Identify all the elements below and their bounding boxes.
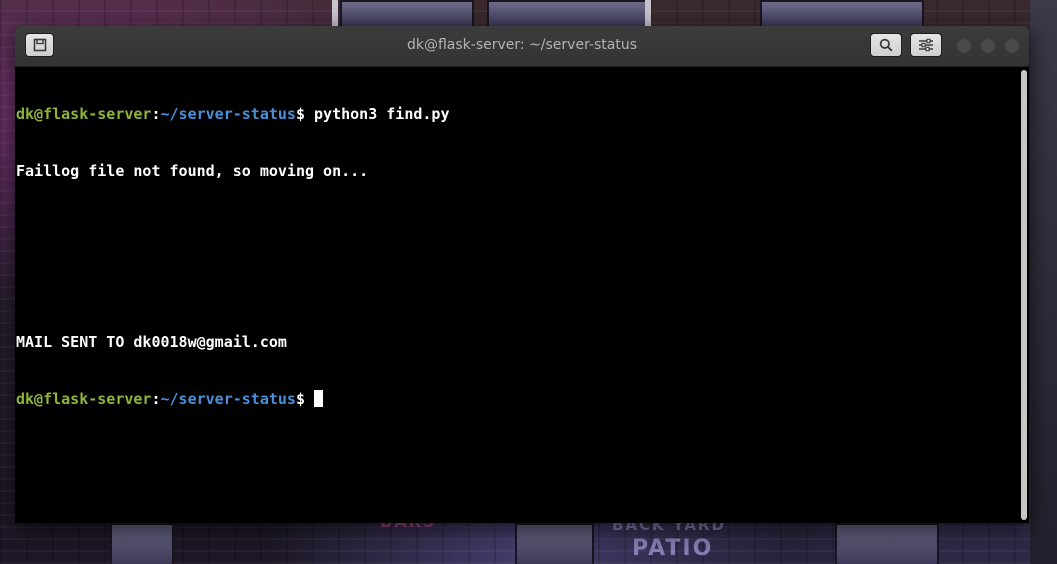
prompt-symbol: $ <box>295 105 315 123</box>
close-button[interactable] <box>1005 39 1019 53</box>
prompt-separator: : <box>151 390 161 408</box>
terminal-line: MAIL SENT TO dk0018w@gmail.com <box>16 333 1017 352</box>
prompt-separator: : <box>151 105 161 123</box>
vertical-scrollbar[interactable] <box>1021 70 1027 520</box>
wallpaper-building-window <box>110 523 174 564</box>
hamburger-settings-icon <box>919 38 933 52</box>
wallpaper-side-panel <box>1030 0 1057 564</box>
output-text: Faillog file not found, so moving on... <box>16 162 369 180</box>
wallpaper-pipe <box>645 0 651 26</box>
menu-button[interactable] <box>910 33 942 57</box>
wallpaper-building-window <box>835 523 939 564</box>
search-icon <box>879 38 893 52</box>
prompt-user: dk@flask-server <box>16 105 152 123</box>
terminal-line: Faillog file not found, so moving on... <box>16 162 1017 181</box>
window-titlebar[interactable]: dk@flask-server: ~/server-status <box>15 26 1029 67</box>
text-cursor <box>314 390 324 407</box>
wallpaper-neon-sign: PATIO <box>632 536 714 561</box>
prompt-user: dk@flask-server <box>16 390 152 408</box>
terminal-line: dk@flask-server:~/server-status$ python3… <box>16 105 1017 124</box>
command-text: python3 find.py <box>314 105 450 123</box>
maximize-button[interactable] <box>981 39 995 53</box>
wallpaper-building-window <box>515 523 594 564</box>
terminal-line: dk@flask-server:~/server-status$ <box>16 390 1017 409</box>
terminal-output[interactable]: dk@flask-server:~/server-status$ python3… <box>15 67 1017 523</box>
wallpaper-pipe <box>332 0 338 26</box>
terminal-window: dk@flask-server: ~/server-status dk@flas… <box>15 26 1029 523</box>
search-button[interactable] <box>870 33 902 57</box>
prompt-path: ~/server-status <box>160 390 296 408</box>
output-text: MAIL SENT TO dk0018w@gmail.com <box>16 333 287 351</box>
prompt-symbol: $ <box>295 390 315 408</box>
prompt-path: ~/server-status <box>160 105 296 123</box>
minimize-button[interactable] <box>957 39 971 53</box>
